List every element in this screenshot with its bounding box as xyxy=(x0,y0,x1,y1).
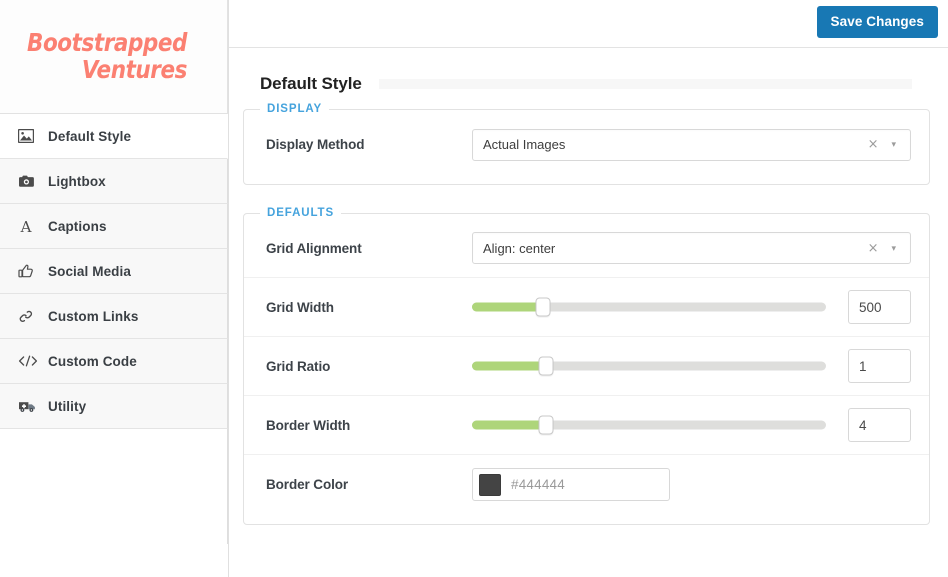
brand-line-2: Ventures xyxy=(82,54,188,84)
sidebar-item-label: Lightbox xyxy=(48,173,106,189)
sidebar-item-social-media[interactable]: Social Media xyxy=(0,249,228,294)
row-grid-ratio: Grid Ratio xyxy=(244,337,929,396)
sidebar-item-label: Captions xyxy=(48,218,107,234)
panel-display: DISPLAY Display Method Actual Images × ▾ xyxy=(243,103,930,185)
select-value: Actual Images xyxy=(483,137,566,152)
page-title: Default Style xyxy=(260,73,362,93)
link-icon xyxy=(18,309,42,324)
image-icon xyxy=(18,129,42,143)
row-control xyxy=(472,290,911,324)
grid-ratio-input[interactable] xyxy=(848,349,911,383)
panel-defaults-legend: DEFAULTS xyxy=(267,207,335,219)
app-window: Bootstrapped Ventures Default Style Light… xyxy=(0,0,948,577)
row-label: Display Method xyxy=(266,137,365,152)
sidebar-item-label: Custom Code xyxy=(48,353,137,369)
close-icon[interactable]: × xyxy=(859,138,888,151)
slider-fill xyxy=(472,420,547,430)
row-label: Grid Width xyxy=(266,299,334,315)
row-label: Grid Ratio xyxy=(266,358,331,374)
sidebar-item-default-style[interactable]: Default Style xyxy=(0,114,228,159)
save-changes-button[interactable]: Save Changes xyxy=(816,6,938,38)
row-control: Align: center × ▾ xyxy=(472,232,911,264)
row-display-method: Display Method Actual Images × ▾ xyxy=(244,115,929,174)
row-grid-width: Grid Width xyxy=(244,278,929,337)
grid-ratio-slider[interactable] xyxy=(472,356,826,376)
brand-line-1: Bootstrapped xyxy=(27,28,188,58)
camera-icon xyxy=(18,174,42,188)
sidebar-item-label: Default Style xyxy=(48,128,132,144)
select-value: Align: center xyxy=(483,240,556,256)
sidebar-item-label: Utility xyxy=(48,398,87,414)
row-control xyxy=(472,408,911,442)
panel-display-legend: DISPLAY xyxy=(267,103,323,115)
row-label: Border Width xyxy=(266,417,351,433)
grid-alignment-select[interactable]: Align: center × ▾ xyxy=(472,232,911,264)
border-color-picker[interactable]: #444444 xyxy=(472,468,670,501)
border-width-slider[interactable] xyxy=(472,415,826,435)
chevron-down-icon[interactable]: ▾ xyxy=(887,243,902,253)
slider-handle[interactable] xyxy=(535,297,551,317)
row-control: Actual Images × ▾ xyxy=(472,128,911,161)
sidebar-nav: Default Style Lightbox A Captions Social… xyxy=(0,114,228,429)
row-grid-alignment: Grid Alignment Align: center × ▾ xyxy=(244,219,929,278)
row-label: Grid Alignment xyxy=(266,240,362,256)
row-control xyxy=(472,349,911,383)
color-hex-value: #444444 xyxy=(511,477,565,492)
sidebar-item-utility[interactable]: Utility xyxy=(0,384,228,429)
thumbs-up-icon xyxy=(18,264,42,279)
sidebar-item-lightbox[interactable]: Lightbox xyxy=(0,159,228,204)
toolbar: Save Changes xyxy=(229,0,948,48)
sidebar-item-custom-code[interactable]: Custom Code xyxy=(0,339,228,384)
title-divider-bar xyxy=(378,78,912,89)
row-border-width: Border Width xyxy=(244,396,929,455)
sidebar: Bootstrapped Ventures Default Style Light… xyxy=(0,0,229,577)
letter-a-icon: A xyxy=(18,219,42,234)
code-icon xyxy=(18,354,42,368)
brand-logo-text: Bootstrapped Ventures xyxy=(27,30,199,83)
border-width-input[interactable] xyxy=(848,408,911,442)
settings-form: DISPLAY Display Method Actual Images × ▾… xyxy=(229,103,948,525)
panel-defaults: DEFAULTS Grid Alignment Align: center × … xyxy=(243,207,930,525)
row-label: Border Color xyxy=(266,477,349,492)
ambulance-icon xyxy=(18,399,42,413)
slider-fill xyxy=(472,302,543,312)
color-swatch[interactable] xyxy=(479,473,501,496)
display-method-select[interactable]: Actual Images × ▾ xyxy=(472,128,911,161)
grid-width-input[interactable] xyxy=(848,290,911,324)
chevron-down-icon[interactable]: ▾ xyxy=(887,140,902,149)
slider-handle[interactable] xyxy=(538,415,554,435)
row-control: #444444 xyxy=(472,468,911,501)
row-border-color: Border Color #444444 xyxy=(244,455,929,514)
svg-text:A: A xyxy=(20,219,32,234)
sidebar-item-captions[interactable]: A Captions xyxy=(0,204,228,249)
close-icon[interactable]: × xyxy=(859,242,888,255)
page-header: Default Style xyxy=(229,48,948,103)
brand-logo: Bootstrapped Ventures xyxy=(0,0,228,114)
grid-width-slider[interactable] xyxy=(472,297,826,317)
slider-fill xyxy=(472,361,547,371)
sidebar-item-label: Social Media xyxy=(48,263,131,279)
main-content: Save Changes Default Style DISPLAY Displ… xyxy=(229,0,948,577)
sidebar-item-custom-links[interactable]: Custom Links xyxy=(0,294,228,339)
slider-handle[interactable] xyxy=(538,356,554,376)
sidebar-item-label: Custom Links xyxy=(48,308,139,324)
sidebar-filler xyxy=(0,429,228,544)
